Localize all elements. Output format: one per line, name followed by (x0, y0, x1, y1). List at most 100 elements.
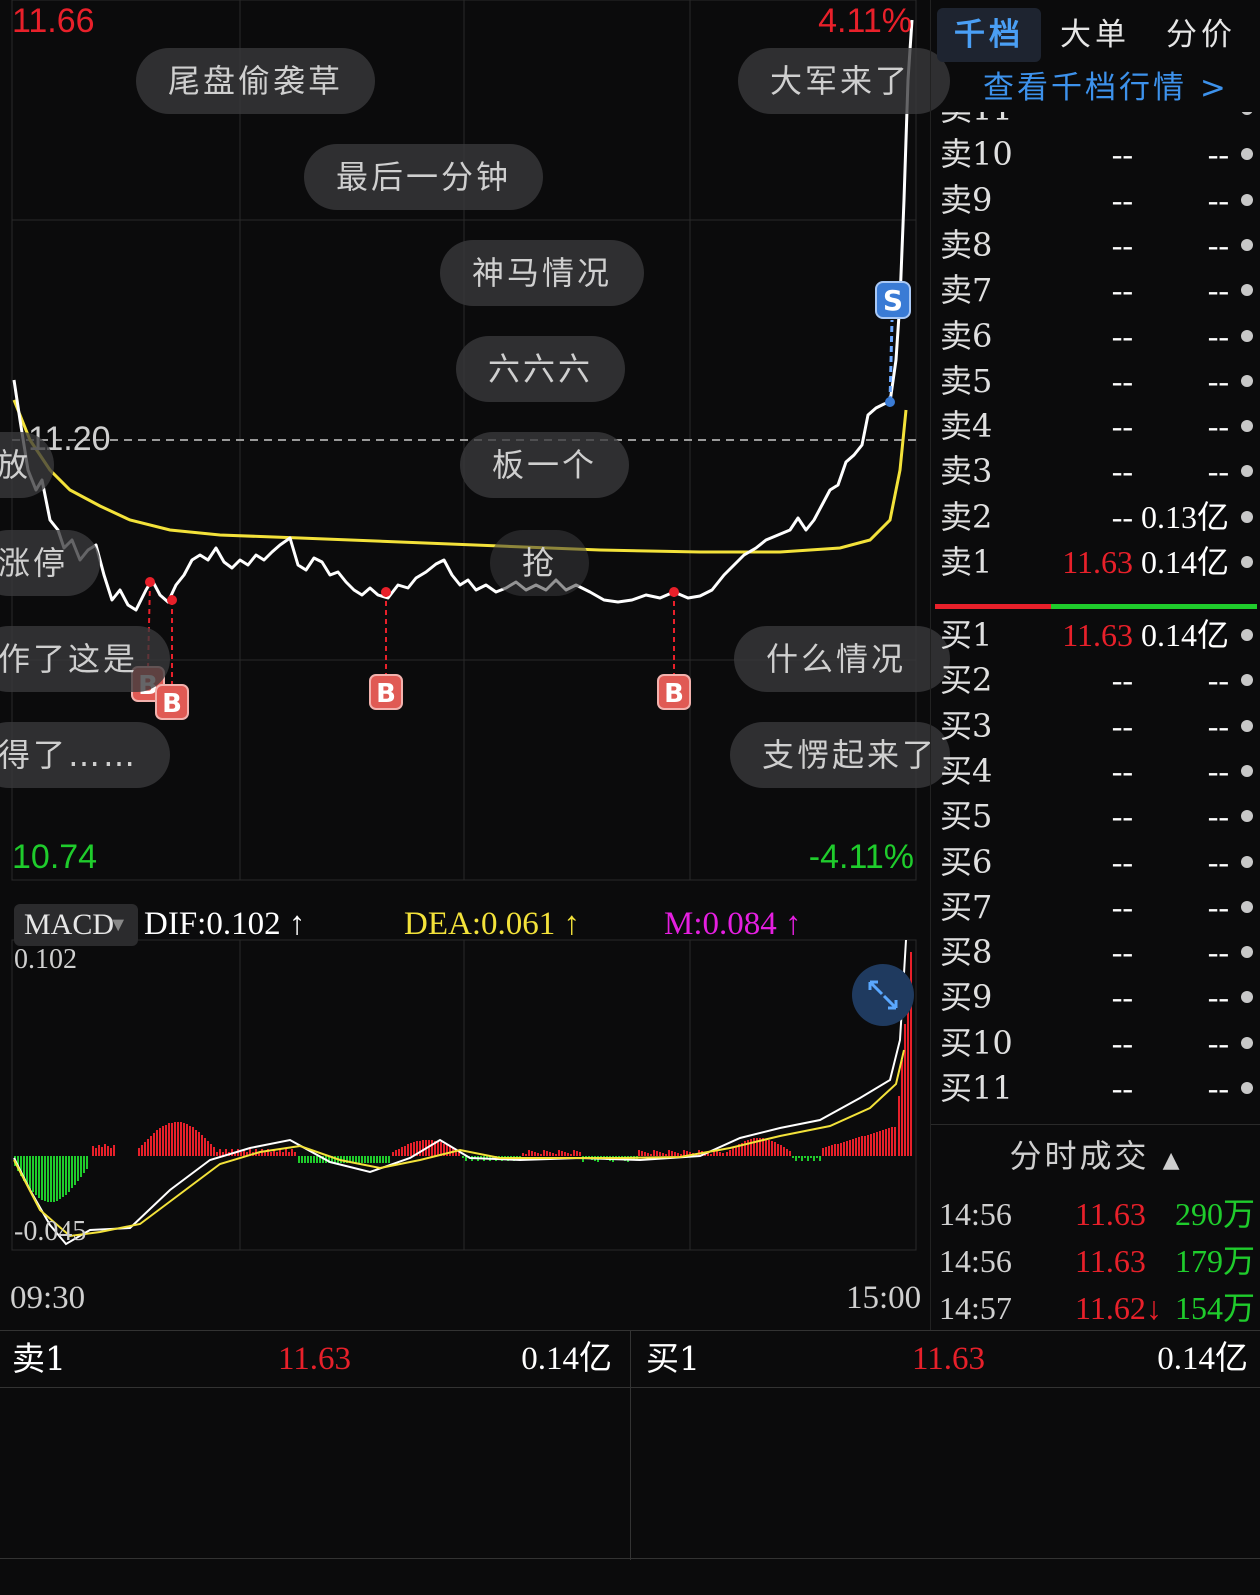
ask-row[interactable]: 卖4 -- -- (931, 403, 1260, 449)
bottom-bid-price: 11.63 (912, 1341, 986, 1377)
ask-row[interactable]: 卖9 -- -- (931, 177, 1260, 223)
macd-histogram-bar (38, 1156, 40, 1198)
dot-icon (1241, 1082, 1253, 1094)
macd-histogram-bar (558, 1150, 560, 1156)
dot-icon (1241, 629, 1253, 641)
ask-row[interactable]: 卖7 -- -- (931, 267, 1260, 313)
danmaku-bubble: 涨停 (0, 530, 101, 596)
ask-row[interactable]: 卖5 -- -- (931, 358, 1260, 404)
danmaku-bubble: 什么情况 (734, 626, 950, 692)
danmaku-bubble: 大军来了 (738, 48, 950, 114)
bid-row[interactable]: 买3 -- -- (931, 703, 1260, 749)
dot-icon (1241, 420, 1253, 433)
ask-price: -- (1111, 362, 1133, 399)
bid-row[interactable]: 买8 -- -- (931, 929, 1260, 975)
bid-row[interactable]: 买4 -- -- (931, 748, 1260, 794)
buy-marker-label: B (162, 689, 182, 719)
ask-price: -- (1111, 181, 1133, 218)
view-depth-link[interactable]: 查看千档行情 > (983, 62, 1229, 114)
macd-histogram-bar (534, 1152, 536, 1156)
dot-icon (1241, 112, 1253, 115)
bid-row[interactable]: 买9 -- -- (931, 974, 1260, 1020)
tab-qiandang[interactable]: 千档 (937, 8, 1041, 62)
bid-volume: -- (1207, 1070, 1229, 1106)
trade-row: 14:56 11.63 179万 (931, 1237, 1260, 1285)
bid-price: -- (1111, 707, 1133, 744)
macd-histogram-bar (358, 1156, 360, 1163)
macd-histogram-bar (786, 1149, 788, 1156)
macd-histogram-bar (240, 1152, 242, 1156)
macd-histogram-bar (864, 1136, 866, 1156)
ask-volume: -- (1207, 362, 1229, 399)
macd-histogram-bar (44, 1156, 46, 1201)
macd-histogram-bar (370, 1156, 372, 1163)
bid-level-label: 买9 (940, 978, 993, 1017)
macd-histogram-bar (573, 1150, 575, 1156)
macd-histogram-bar (904, 1024, 906, 1156)
dot-icon (1241, 991, 1253, 1004)
bid-row[interactable]: 买2 -- -- (931, 657, 1260, 703)
macd-histogram-bar (204, 1138, 206, 1156)
buy-marker-dot (381, 587, 391, 597)
trades-title: 分时成交 (1009, 1137, 1150, 1175)
macd-histogram-bar (171, 1123, 173, 1156)
intraday-chart[interactable]: BBBBS 11.66 4.11% 11.20 10.74 -4.11% 尾盘偷… (0, 0, 950, 1330)
buy-marker-label: B (376, 679, 396, 709)
macd-histogram-bar (795, 1156, 797, 1161)
macd-histogram-bar (825, 1147, 827, 1156)
trades-header[interactable]: 分时成交 ▲ (931, 1130, 1260, 1187)
macd-histogram-bar (392, 1152, 394, 1156)
bid-price: -- (1111, 662, 1133, 699)
sell-marker-stem (888, 319, 894, 403)
tab-dadan[interactable]: 大单 (1043, 8, 1147, 62)
ask-row[interactable]: 卖8 -- -- (931, 222, 1260, 268)
macd-histogram-bar (168, 1123, 170, 1156)
indicator-selector[interactable]: MACD ▼ (14, 904, 138, 946)
trade-time: 14:56 (939, 1196, 1012, 1232)
macd-histogram-bar (894, 1127, 896, 1156)
ask-row[interactable]: 卖2 -- 0.13亿 (931, 494, 1260, 540)
macd-histogram-bar (662, 1153, 664, 1156)
macd-histogram-bar (849, 1140, 851, 1156)
bid-row[interactable]: 买10 -- -- (931, 1020, 1260, 1066)
macd-histogram-bar (677, 1153, 679, 1156)
tab-fenjia[interactable]: 分价 (1149, 8, 1253, 62)
ask-price: -- (1111, 453, 1133, 490)
ask-price: -- (1111, 498, 1133, 535)
ask-row[interactable]: 卖1 11.63 0.14亿 (931, 539, 1260, 585)
macd-histogram-bar (819, 1156, 821, 1161)
macd-dif-line (13, 939, 907, 1246)
macd-histogram-bar (644, 1152, 646, 1156)
macd-histogram-bar (207, 1141, 209, 1156)
macd-histogram-bar (852, 1139, 854, 1156)
macd-histogram-bar (570, 1154, 572, 1156)
dot-icon (1241, 719, 1253, 732)
macd-histogram-bar (898, 1096, 900, 1156)
bid-row[interactable]: 买5 -- -- (931, 793, 1260, 839)
bottom-bid-label: 买1 (646, 1339, 700, 1378)
bid-volume: -- (1207, 662, 1229, 699)
ask-row[interactable]: 卖10 -- -- (931, 131, 1260, 177)
macd-histogram-bar (716, 1151, 718, 1156)
macd-histogram-bar (195, 1130, 197, 1156)
bottom-ask-vol: 0.14亿 (521, 1341, 612, 1377)
macd-dea: DEA:0.061 ↑ (404, 906, 580, 942)
macd-histogram-bar (86, 1156, 88, 1169)
trade-volume: 154万 (1174, 1290, 1255, 1326)
macd-histogram-bar (671, 1151, 673, 1156)
bid-row[interactable]: 买7 -- -- (931, 884, 1260, 930)
ask-row[interactable]: 卖6 -- -- (931, 313, 1260, 359)
bid-row[interactable]: 买11 -- -- (931, 1065, 1260, 1111)
bid-row[interactable]: 买1 11.63 0.14亿 (931, 612, 1260, 658)
macd-histogram-bar (858, 1137, 860, 1156)
macd-histogram-bar (876, 1132, 878, 1156)
bid-level-label: 买1 (940, 616, 993, 654)
ask-row[interactable]: 卖3 -- -- (931, 448, 1260, 494)
macd-histogram-bar (355, 1156, 357, 1163)
expand-button[interactable] (852, 964, 914, 1026)
macd-histogram-bar (783, 1147, 785, 1156)
macd-histogram-bar (525, 1154, 527, 1156)
macd-histogram-bar (68, 1156, 70, 1192)
dot-icon (1241, 465, 1253, 478)
bid-row[interactable]: 买6 -- -- (931, 839, 1260, 885)
